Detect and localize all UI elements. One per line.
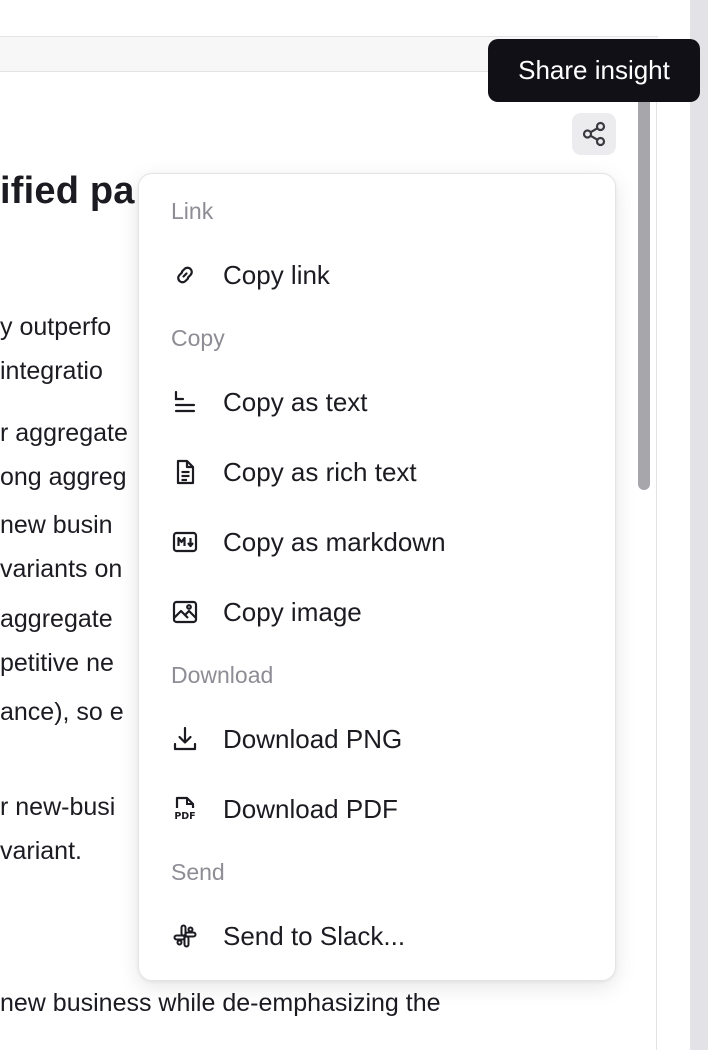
group-label-download: Download bbox=[171, 662, 274, 688]
share-menu: Link Copy link Copy Copy as text Copy as… bbox=[138, 173, 616, 981]
menu-item-label: Copy link bbox=[223, 259, 330, 290]
group-label-send: Send bbox=[171, 859, 225, 885]
svg-text:PDF: PDF bbox=[174, 811, 195, 822]
share-icon bbox=[580, 120, 608, 148]
copy-as-markdown-menu-item[interactable]: Copy as markdown bbox=[153, 514, 599, 570]
body-line: aggregate bbox=[0, 605, 113, 633]
menu-item-label: Copy as text bbox=[223, 386, 368, 417]
insight-title: ified pa bbox=[0, 170, 135, 212]
image-icon bbox=[171, 598, 199, 626]
share-insight-tooltip: Share insight bbox=[488, 39, 700, 102]
scrollbar[interactable] bbox=[638, 90, 650, 490]
menu-item-label: Send to Slack... bbox=[223, 920, 406, 951]
menu-item-label: Copy image bbox=[223, 596, 362, 627]
menu-item-label: Download PDF bbox=[223, 793, 398, 824]
link-icon bbox=[171, 261, 199, 289]
pdf-file-icon: PDF bbox=[171, 795, 199, 823]
body-line: new business while de-emphasizing the bbox=[0, 989, 441, 1017]
tooltip-text: Share insight bbox=[518, 55, 670, 85]
download-pdf-menu-item[interactable]: PDF Download PDF bbox=[153, 781, 599, 837]
menu-item-label: Copy as markdown bbox=[223, 526, 446, 557]
top-strip bbox=[0, 0, 690, 36]
menu-item-label: Copy as rich text bbox=[223, 456, 417, 487]
body-line: new busin bbox=[0, 511, 113, 539]
document-icon bbox=[171, 458, 199, 486]
body-line: petitive ne bbox=[0, 649, 114, 677]
download-png-menu-item[interactable]: Download PNG bbox=[153, 711, 599, 767]
panel-divider bbox=[656, 70, 657, 1050]
body-line: r aggregate bbox=[0, 419, 128, 447]
body-line: r new-busi bbox=[0, 793, 116, 821]
body-line: variant. bbox=[0, 837, 82, 865]
download-icon bbox=[171, 725, 199, 753]
copy-as-text-menu-item[interactable]: Copy as text bbox=[153, 374, 599, 430]
group-label-copy: Copy bbox=[171, 325, 225, 351]
send-to-slack-menu-item[interactable]: Send to Slack... bbox=[153, 908, 599, 964]
group-label-link: Link bbox=[171, 198, 214, 224]
body-line: ance), so e bbox=[0, 698, 124, 726]
markdown-icon bbox=[171, 528, 199, 556]
copy-as-rich-text-menu-item[interactable]: Copy as rich text bbox=[153, 444, 599, 500]
menu-item-label: Download PNG bbox=[223, 723, 403, 754]
copy-link-menu-item[interactable]: Copy link bbox=[153, 247, 599, 303]
body-line: integratio bbox=[0, 357, 103, 385]
slack-icon bbox=[171, 922, 199, 950]
text-lines-icon bbox=[171, 388, 199, 416]
body-line: ong aggreg bbox=[0, 463, 127, 491]
copy-image-menu-item[interactable]: Copy image bbox=[153, 584, 599, 640]
body-line: variants on bbox=[0, 555, 123, 583]
share-button[interactable] bbox=[572, 113, 616, 155]
right-gutter bbox=[690, 0, 708, 1050]
body-line: y outperfo bbox=[0, 313, 112, 341]
